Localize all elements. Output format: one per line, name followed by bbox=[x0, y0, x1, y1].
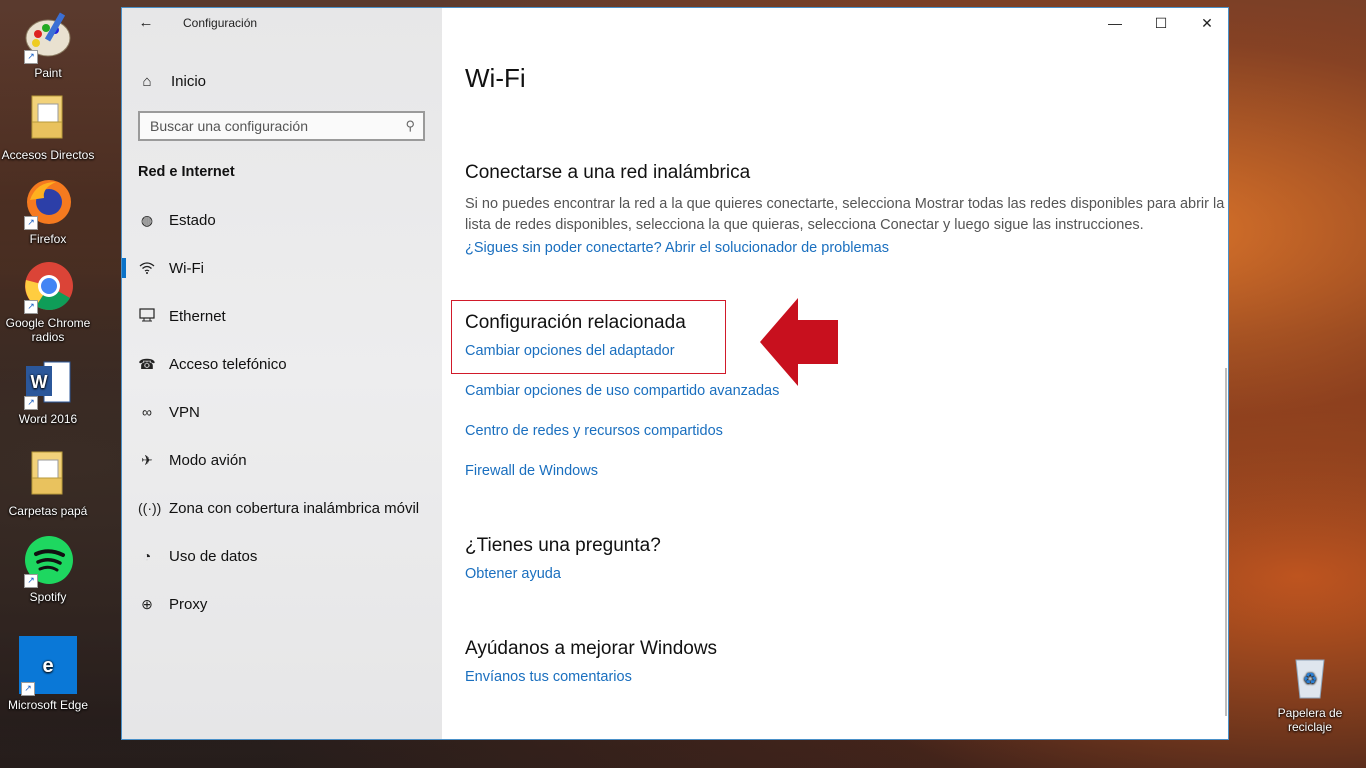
nav-list: ◍ Estado Wi-Fi Ethernet ☎ Acceso telefón… bbox=[122, 196, 442, 628]
edge-icon: e ↗ bbox=[19, 636, 77, 696]
section-title: Red e Internet bbox=[138, 164, 235, 180]
sidebar-item-label: Inicio bbox=[171, 72, 207, 90]
shortcut-arrow-icon: ↗ bbox=[21, 682, 35, 696]
page-title: Wi-Fi bbox=[465, 63, 526, 93]
sidebar-item-label: Uso de datos bbox=[169, 547, 258, 565]
desktop-icon-edge[interactable]: e ↗ Microsoft Edge bbox=[0, 636, 96, 712]
shortcut-arrow-icon: ↗ bbox=[24, 574, 38, 588]
desktop-icon-spotify[interactable]: ↗ Spotify bbox=[0, 534, 96, 604]
dialup-icon: ☎ bbox=[138, 355, 156, 372]
shortcut-arrow-icon: ↗ bbox=[24, 50, 38, 64]
related-settings-heading: Configuración relacionada bbox=[465, 312, 686, 333]
search-icon[interactable]: ⚲ bbox=[405, 113, 415, 139]
recycle-bin-icon: ♻ bbox=[1284, 650, 1336, 702]
scrollbar[interactable] bbox=[1225, 368, 1227, 716]
desktop-icon-label: Paint bbox=[34, 66, 62, 80]
sidebar-item-label: Estado bbox=[169, 211, 216, 229]
back-arrow-icon[interactable]: ← bbox=[136, 14, 156, 34]
sidebar-item-wifi[interactable]: Wi-Fi bbox=[122, 244, 442, 292]
search-input[interactable]: Buscar una configuración ⚲ bbox=[138, 111, 425, 141]
home-icon: ⌂ bbox=[142, 72, 152, 90]
sidebar-item-acceso-telefonico[interactable]: ☎ Acceso telefónico bbox=[122, 340, 442, 388]
windows-firewall-link[interactable]: Firewall de Windows bbox=[465, 463, 598, 479]
paint-palette-icon: ↗ bbox=[22, 10, 74, 64]
sidebar-item-home[interactable]: ⌂ Inicio bbox=[138, 70, 206, 92]
advanced-sharing-link[interactable]: Cambiar opciones de uso compartido avanz… bbox=[465, 383, 779, 399]
main-content: — ☐ ✕ Wi-Fi Conectarse a una red inalámb… bbox=[442, 8, 1228, 739]
question-heading: ¿Tienes una pregunta? bbox=[465, 535, 661, 556]
desktop-icon-label: Microsoft Edge bbox=[7, 698, 89, 712]
shortcut-arrow-icon: ↗ bbox=[24, 300, 38, 314]
sidebar-item-ethernet[interactable]: Ethernet bbox=[122, 292, 442, 340]
sidebar-item-uso-de-datos[interactable]: ◔ Uso de datos bbox=[122, 532, 442, 580]
desktop-icon-word[interactable]: W ↗ Word 2016 bbox=[0, 356, 96, 426]
sidebar-item-label: Proxy bbox=[169, 595, 208, 613]
sidebar-item-modo-avion[interactable]: ✈ Modo avión bbox=[122, 436, 442, 484]
spotify-icon: ↗ bbox=[22, 534, 74, 588]
shortcut-arrow-icon: ↗ bbox=[24, 216, 38, 230]
desktop-icon-label: Accesos Directos bbox=[1, 148, 95, 162]
sidebar-item-label: Wi-Fi bbox=[169, 259, 204, 277]
desktop-icon-label: Word 2016 bbox=[18, 412, 78, 426]
close-button[interactable]: ✕ bbox=[1192, 14, 1222, 34]
vpn-icon: ∞ bbox=[142, 404, 152, 420]
maximize-button[interactable]: ☐ bbox=[1146, 14, 1176, 34]
svg-text:♻: ♻ bbox=[1303, 669, 1317, 688]
desktop-icon-firefox[interactable]: ↗ Firefox bbox=[0, 176, 96, 246]
search-placeholder: Buscar una configuración bbox=[150, 118, 308, 134]
get-help-link[interactable]: Obtener ayuda bbox=[465, 566, 561, 582]
minimize-button[interactable]: — bbox=[1100, 14, 1130, 34]
change-adapter-options-link[interactable]: Cambiar opciones del adaptador bbox=[465, 343, 675, 359]
wifi-icon bbox=[138, 260, 156, 277]
sidebar-item-estado[interactable]: ◍ Estado bbox=[122, 196, 442, 244]
connect-description: Si no puedes encontrar la red a la que q… bbox=[465, 196, 1225, 233]
desktop-icon-label: Papelera de reciclaje bbox=[1277, 706, 1343, 734]
sidebar-item-zona-cobertura[interactable]: ((·)) Zona con cobertura inalámbrica móv… bbox=[122, 484, 442, 532]
sidebar-item-label: Ethernet bbox=[169, 307, 226, 325]
troubleshooter-link[interactable]: ¿Sigues sin poder conectarte? Abrir el s… bbox=[465, 240, 889, 256]
chrome-icon: ↗ bbox=[22, 260, 74, 314]
folder-icon bbox=[22, 92, 74, 144]
svg-text:W: W bbox=[31, 372, 48, 392]
proxy-globe-icon: ⊕ bbox=[141, 595, 153, 612]
ethernet-icon bbox=[138, 307, 156, 325]
firefox-icon: ↗ bbox=[22, 176, 74, 230]
shortcut-arrow-icon: ↗ bbox=[24, 396, 38, 410]
desktop-icon-carpetas-papa[interactable]: Carpetas papá bbox=[0, 448, 96, 518]
red-arrow-icon bbox=[760, 298, 838, 386]
desktop-icon-chrome[interactable]: ↗ Google Chrome radios bbox=[0, 260, 96, 344]
settings-window: ← Configuración ⌂ Inicio Buscar una conf… bbox=[121, 7, 1229, 740]
sidebar: ← Configuración ⌂ Inicio Buscar una conf… bbox=[122, 8, 442, 739]
feedback-link[interactable]: Envíanos tus comentarios bbox=[465, 669, 632, 685]
desktop-icon-label: Carpetas papá bbox=[8, 504, 88, 518]
desktop-icon-paint[interactable]: ↗ Paint bbox=[0, 10, 96, 80]
word-icon: W ↗ bbox=[22, 356, 74, 410]
desktop-icon-recycle-bin[interactable]: ♻ Papelera de reciclaje bbox=[1262, 650, 1358, 734]
hotspot-icon: ((·)) bbox=[138, 500, 162, 516]
sidebar-item-label: Zona con cobertura inalámbrica móvil bbox=[169, 499, 420, 517]
sidebar-item-vpn[interactable]: ∞ VPN bbox=[122, 388, 442, 436]
sidebar-item-label: VPN bbox=[169, 403, 200, 421]
sidebar-item-proxy[interactable]: ⊕ Proxy bbox=[122, 580, 442, 628]
window-title: Configuración bbox=[183, 16, 258, 30]
airplane-icon: ✈ bbox=[141, 451, 153, 468]
sidebar-item-label: Acceso telefónico bbox=[169, 355, 287, 373]
desktop-icon-label: Spotify bbox=[29, 590, 67, 604]
improve-heading: Ayúdanos a mejorar Windows bbox=[465, 638, 718, 659]
desktop-icon-accesos-directos[interactable]: Accesos Directos bbox=[0, 92, 96, 162]
folder-icon bbox=[22, 448, 74, 500]
desktop-icon-label: Firefox bbox=[29, 232, 67, 246]
connect-heading: Conectarse a una red inalámbrica bbox=[465, 162, 751, 183]
desktop-icon-label: Google Chrome radios bbox=[5, 316, 91, 344]
sidebar-item-label: Modo avión bbox=[169, 451, 247, 469]
network-sharing-center-link[interactable]: Centro de redes y recursos compartidos bbox=[465, 423, 723, 439]
globe-icon: ◍ bbox=[140, 211, 154, 228]
data-usage-icon: ◔ bbox=[142, 548, 152, 564]
svg-text:e: e bbox=[42, 655, 53, 677]
